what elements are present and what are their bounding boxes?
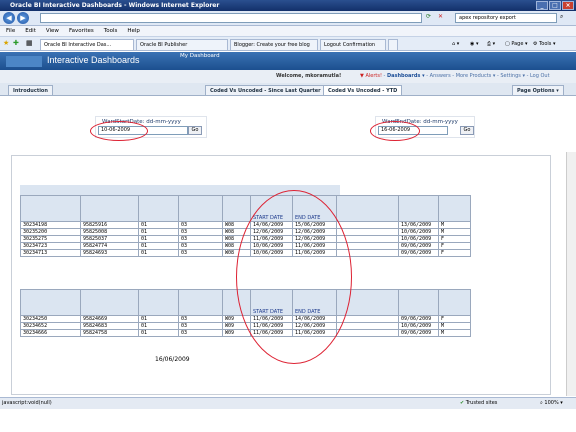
dashboard-page-tabs: Introduction Coded Vs Uncoded - Since La… (0, 83, 576, 96)
search-input[interactable]: apex repository export (455, 13, 557, 23)
new-tab-button[interactable] (388, 39, 398, 50)
app-title: Interactive Dashboards (47, 55, 140, 65)
oracle-logo (6, 56, 42, 67)
menu-view[interactable]: View (46, 26, 59, 36)
browser-tab-logout[interactable]: Logout Confirmation (320, 39, 386, 50)
url-input[interactable] (40, 13, 422, 23)
window-title: Oracle BI Interactive Dashboards - Windo… (10, 2, 220, 9)
table-header-row: START DATE END DATE (20, 195, 471, 222)
status-bar: javascript:void(null) ✔ Trusted sites ⌕ … (0, 397, 576, 409)
tab-coded-vs-uncoded-ytd[interactable]: Coded Vs Uncoded - YTD (323, 85, 403, 96)
start-go-button[interactable]: Go (188, 126, 202, 135)
welcome-bar: Welcome, mkoramutla! ▼ Alerts! - Dashboa… (0, 70, 576, 83)
vertical-scrollbar[interactable] (566, 152, 576, 396)
stop-icon[interactable]: ✕ (438, 13, 447, 23)
annotation-circle (370, 121, 420, 141)
minimize-button[interactable]: _ (536, 1, 548, 10)
page-options-button[interactable]: Page Options ▾ (512, 85, 564, 96)
table-row: 30234666 95824758 01 03 W09 11/06/2009 11/06/2… (20, 329, 471, 337)
back-button[interactable]: ◀ (3, 12, 15, 24)
end-go-button[interactable]: Go (460, 126, 474, 135)
status-text: javascript:void(null) (2, 400, 52, 406)
answers-link[interactable]: Answers (430, 73, 451, 79)
zoom-icon: ⌕ (540, 400, 543, 406)
security-zone: ✔ Trusted sites (460, 400, 498, 406)
settings-link[interactable]: Settings ▾ (500, 73, 525, 79)
my-dashboard-link[interactable]: My Dashboard (180, 53, 220, 59)
menu-edit[interactable]: Edit (25, 26, 36, 36)
zoom-level[interactable]: ⌕ 100% ▾ (540, 398, 563, 409)
browser-tab-blogger[interactable]: Blogger: Create your free blog (230, 39, 318, 50)
page-menu[interactable]: ▢ Page ▾ (505, 39, 528, 49)
menu-tools[interactable]: Tools (104, 26, 118, 36)
obi-header: Interactive Dashboards My Dashboard (0, 52, 576, 70)
tools-menu[interactable]: ⚙ Tools ▾ (533, 39, 556, 49)
menu-help[interactable]: Help (127, 26, 140, 36)
forward-button[interactable]: ▶ (17, 12, 29, 24)
refresh-icon[interactable]: ⟳ (426, 13, 435, 23)
add-favorite-icon[interactable]: ✚ (13, 39, 19, 47)
browser-tab-obi-dashboards[interactable]: Oracle BI Interactive Das... (40, 39, 134, 50)
menu-file[interactable]: File (6, 26, 15, 36)
trusted-sites-icon: ✔ (460, 400, 465, 406)
window-title-bar: Oracle BI Interactive Dashboards - Windo… (0, 0, 576, 11)
annotation-circle (90, 121, 148, 141)
dashboards-link[interactable]: Dashboards ▾ (387, 73, 425, 79)
browser-tab-bi-publisher[interactable]: Oracle BI Publisher (136, 39, 228, 50)
annotation-circle (236, 190, 352, 364)
menu-bar: File Edit View Favorites Tools Help (0, 26, 576, 37)
alerts-link[interactable]: ▼ Alerts! (360, 73, 382, 79)
favorites-star-icon[interactable]: ★ (3, 39, 9, 47)
tab-coded-vs-uncoded-quarter[interactable]: Coded Vs Uncoded - Since Last Quarter (205, 85, 326, 96)
tab-introduction[interactable]: Introduction (8, 85, 53, 96)
welcome-text: Welcome, mkoramutla! (276, 73, 342, 79)
print-icon[interactable]: ⎙ ▾ (487, 39, 495, 49)
footer-date: 16/06/2009 (155, 356, 190, 363)
tab-list-icon[interactable]: ▦ (26, 39, 33, 47)
menu-favorites[interactable]: Favorites (69, 26, 94, 36)
close-button[interactable]: × (562, 1, 574, 10)
global-links: ▼ Alerts! - Dashboards ▾ - Answers - Mor… (360, 73, 550, 79)
browser-tab-bar: ★ ✚ ▦ Oracle BI Interactive Das... Oracl… (0, 37, 576, 51)
feeds-icon[interactable]: ◉ ▾ (470, 39, 478, 49)
search-icon[interactable]: ⌕ (560, 13, 570, 23)
maximize-button[interactable]: □ (549, 1, 561, 10)
home-icon[interactable]: ⌂ ▾ (452, 39, 459, 49)
more-products-link[interactable]: More Products ▾ (456, 73, 496, 79)
logout-link[interactable]: Log Out (530, 73, 550, 79)
